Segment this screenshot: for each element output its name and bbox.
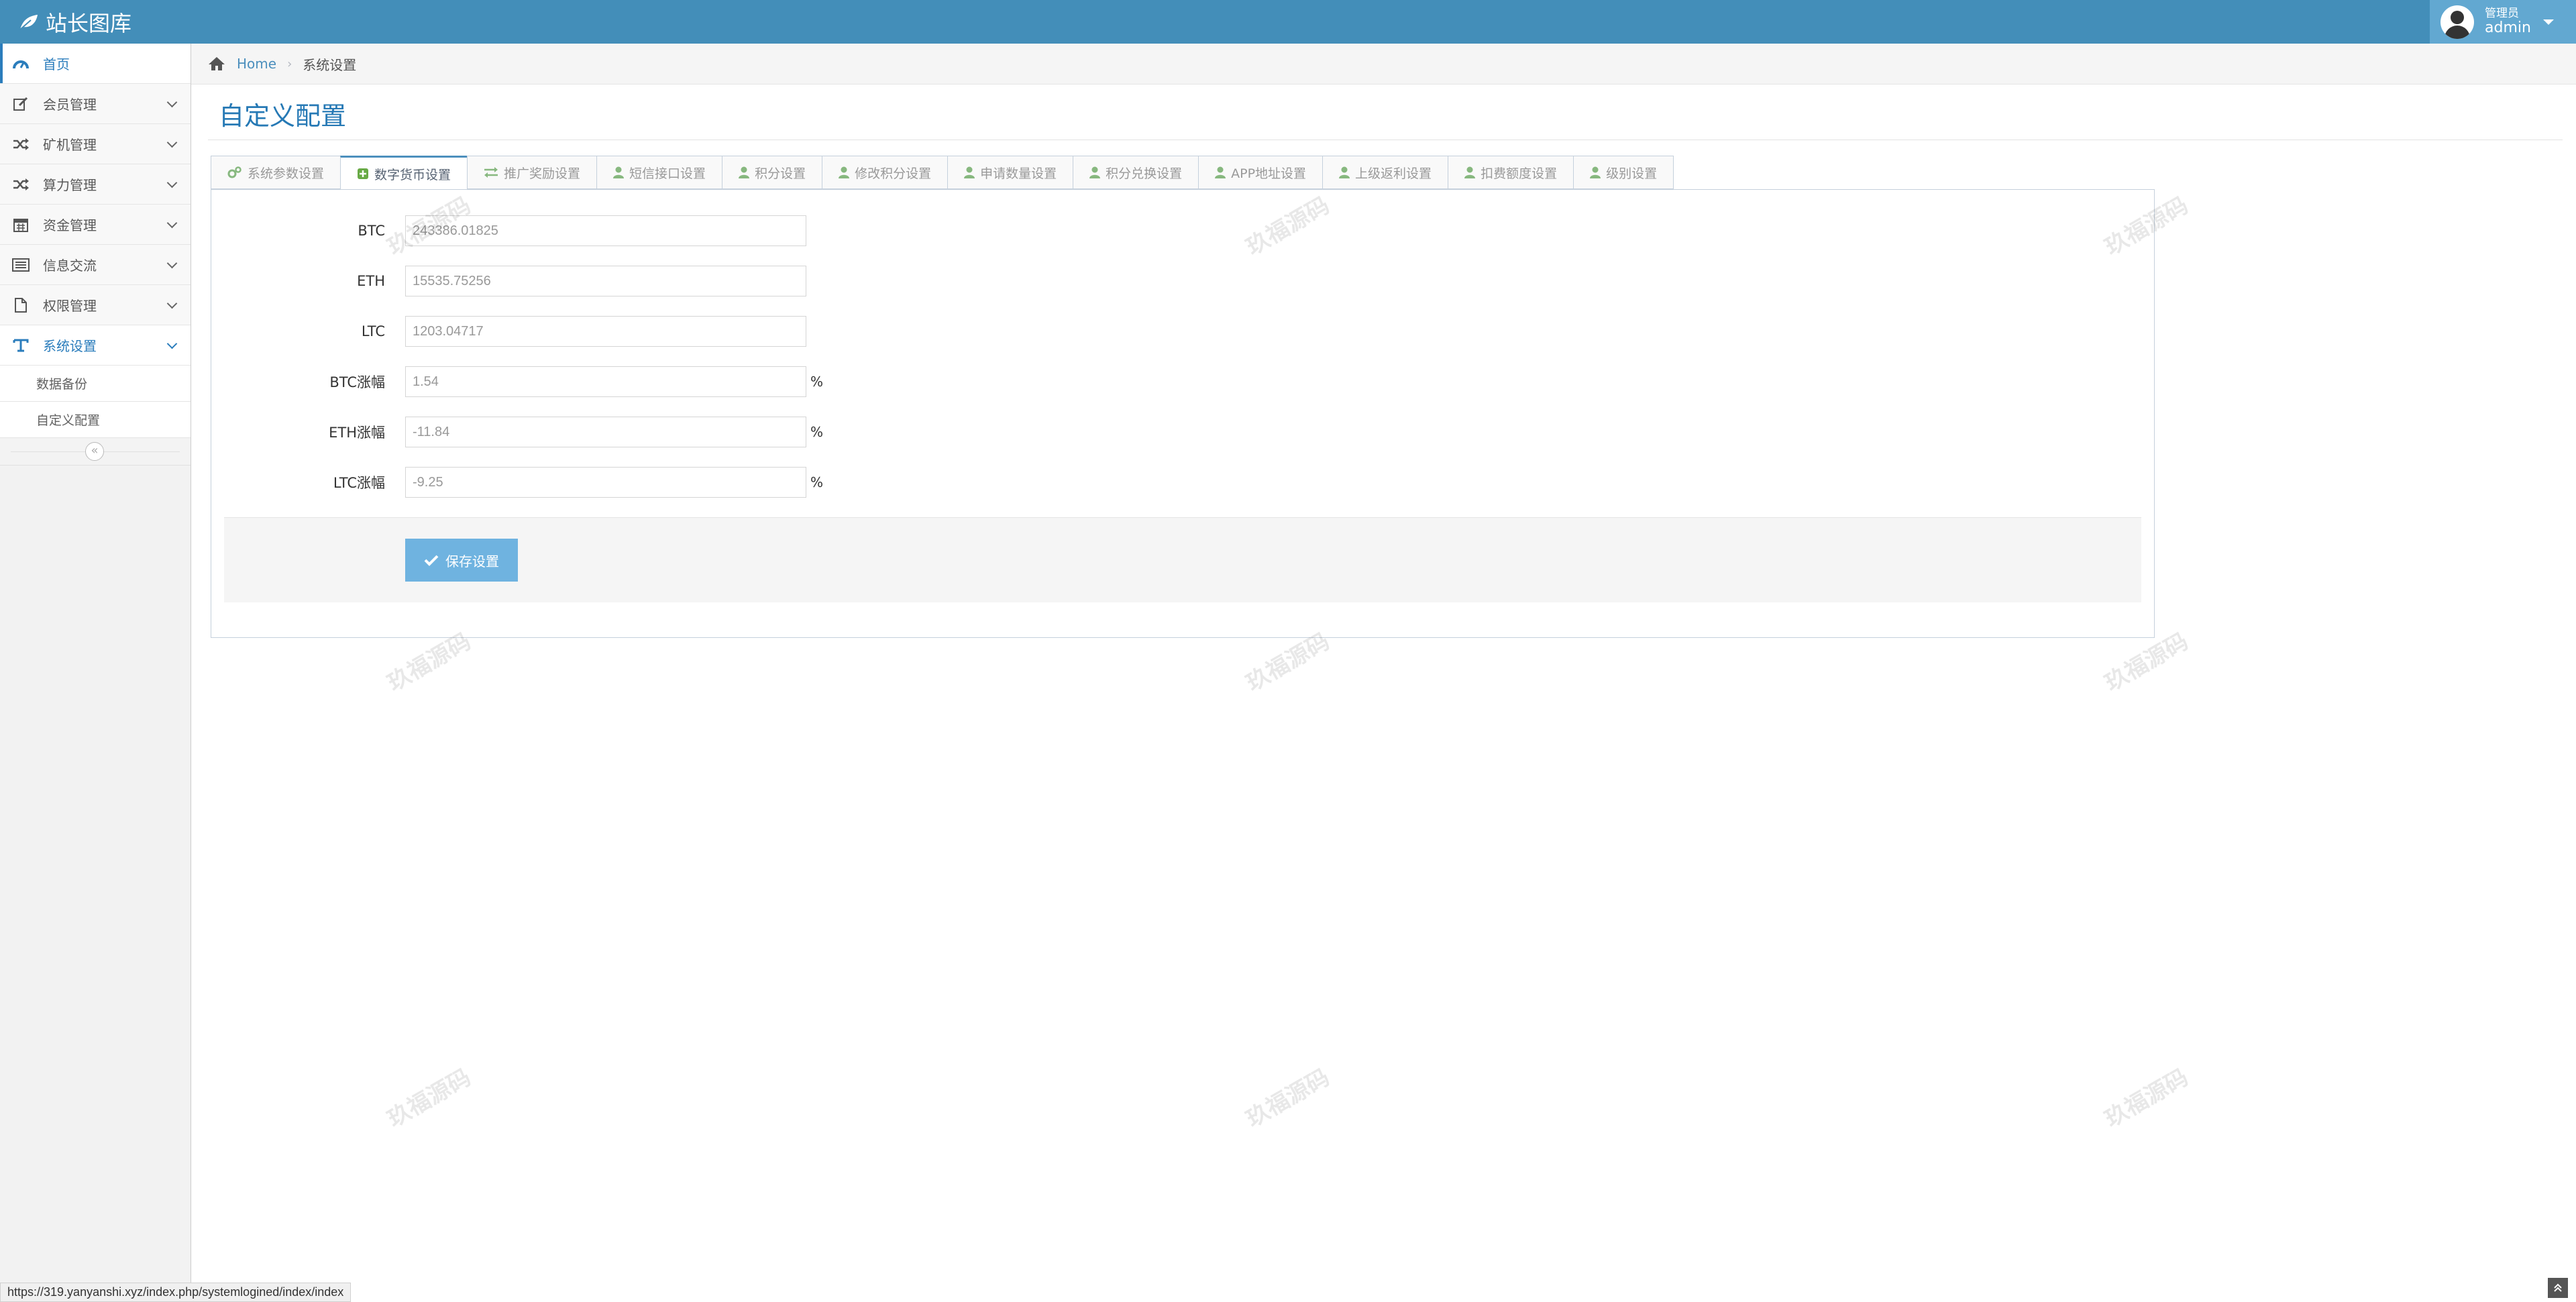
tab-label: 级别设置: [1606, 166, 1658, 181]
user-name: admin: [2485, 19, 2531, 36]
btc-change-input[interactable]: 1.54: [405, 366, 806, 397]
settings-tabs: 系统参数设置 数字货币设置 推广奖励设置 短信接口设置 积分设置 修改积分设置 …: [211, 156, 1674, 191]
eth-price-input[interactable]: 15535.75256: [405, 266, 806, 296]
tab-apply-quantity[interactable]: 申请数量设置: [947, 156, 1073, 189]
user-avatar-icon: [2440, 5, 2474, 39]
save-button-label: 保存设置: [445, 553, 499, 569]
user-icon: [613, 166, 625, 178]
user-icon: [1089, 166, 1101, 178]
user-icon: [1339, 166, 1350, 178]
field-label: LTC: [361, 323, 385, 339]
watermark-text: 玖福源码: [2100, 1064, 2193, 1133]
chevron-down-icon: [166, 177, 178, 188]
user-menu[interactable]: 管理员 admin: [2430, 0, 2576, 44]
percent-unit: %: [810, 374, 824, 390]
field-label: BTC: [358, 223, 385, 239]
page-title: 自定义配置: [219, 101, 347, 131]
sidebar-item-hashpower[interactable]: 算力管理: [0, 164, 191, 205]
tab-label: 修改积分设置: [855, 166, 932, 181]
file-icon: [15, 297, 27, 313]
browser-status-url: https://319.yanyanshi.xyz/index.php/syst…: [0, 1283, 352, 1302]
tab-app-address[interactable]: APP地址设置: [1198, 156, 1323, 189]
random-icon: [13, 138, 29, 150]
caret-down-icon: [2542, 19, 2554, 25]
brand-title: 站长图库: [46, 11, 132, 36]
sidebar-item-members[interactable]: 会员管理: [0, 84, 191, 124]
percent-unit: %: [810, 474, 824, 490]
tab-label: 上级返利设置: [1355, 166, 1432, 181]
tab-label: 扣费额度设置: [1481, 166, 1558, 181]
edit-icon: [13, 97, 28, 111]
cogs-icon: [227, 166, 241, 178]
tab-label: 积分兑换设置: [1106, 166, 1183, 181]
form-actions: 保存设置: [224, 517, 2141, 602]
user-icon: [1215, 166, 1226, 178]
tab-level[interactable]: 级别设置: [1573, 156, 1674, 189]
sidebar-item-miners[interactable]: 矿机管理: [0, 124, 191, 164]
user-icon: [839, 166, 850, 178]
form-row-btc-change: BTC涨幅 1.54 %: [0, 366, 872, 397]
scroll-to-top-button[interactable]: [2548, 1278, 2568, 1298]
watermark-text: 玖福源码: [382, 1064, 476, 1133]
user-icon: [1590, 166, 1601, 178]
user-icon: [964, 166, 975, 178]
tab-label: 申请数量设置: [980, 166, 1057, 181]
field-label: BTC涨幅: [329, 374, 385, 390]
tab-label: 系统参数设置: [248, 166, 325, 181]
double-chevron-up-icon: [2554, 1283, 2562, 1292]
field-label: ETH涨幅: [329, 425, 385, 441]
tab-upline-rebate[interactable]: 上级返利设置: [1322, 156, 1448, 189]
tab-label: 短信接口设置: [629, 166, 706, 181]
chevron-down-icon: [166, 137, 178, 148]
tab-system-params[interactable]: 系统参数设置: [211, 156, 341, 189]
field-label: ETH: [357, 273, 385, 289]
ltc-price-input[interactable]: 1203.04717: [405, 316, 806, 347]
sidebar-item-label: 权限管理: [43, 298, 97, 314]
watermark-text: 玖福源码: [1241, 1064, 1334, 1133]
form-row-ltc-change: LTC涨幅 -9.25 %: [0, 467, 872, 498]
breadcrumb: Home › 系统设置: [191, 44, 2576, 85]
user-role: 管理员: [2485, 7, 2519, 21]
plus-square-icon: [358, 168, 369, 179]
tab-modify-points[interactable]: 修改积分设置: [822, 156, 948, 189]
save-settings-button[interactable]: 保存设置: [405, 539, 518, 582]
user-icon: [1464, 166, 1476, 178]
percent-unit: %: [810, 424, 824, 440]
ltc-change-input[interactable]: -9.25: [405, 467, 806, 498]
form-row-ltc: LTC 1203.04717: [0, 316, 872, 347]
brand-link[interactable]: 站长图库: [19, 5, 131, 39]
chevron-down-icon: [166, 97, 178, 108]
field-label: LTC涨幅: [333, 475, 385, 491]
tab-digital-currency[interactable]: 数字货币设置: [340, 156, 468, 191]
tab-sms-api[interactable]: 短信接口设置: [596, 156, 722, 189]
form-row-eth-change: ETH涨幅 -11.84 %: [0, 417, 872, 447]
chevron-down-icon: [166, 298, 178, 309]
top-navbar: 站长图库 管理员 admin: [0, 0, 2576, 44]
sidebar-item-label: 会员管理: [43, 97, 97, 113]
tab-label: 数字货币设置: [374, 167, 451, 182]
check-icon: [424, 555, 439, 566]
tab-label: 推广奖励设置: [504, 166, 581, 181]
breadcrumb-current: 系统设置: [303, 56, 357, 73]
tab-points-exchange[interactable]: 积分兑换设置: [1073, 156, 1199, 189]
user-icon: [739, 166, 750, 178]
eth-change-input[interactable]: -11.84: [405, 417, 806, 447]
leaf-icon: [19, 15, 38, 30]
sidebar-item-label: 算力管理: [43, 177, 97, 193]
dashboard-icon: [13, 60, 29, 68]
sidebar-item-home[interactable]: 首页: [0, 44, 191, 84]
tab-referral-reward[interactable]: 推广奖励设置: [467, 156, 597, 189]
breadcrumb-home-link[interactable]: Home: [237, 56, 276, 72]
tab-label: 积分设置: [755, 166, 806, 181]
form-row-eth: ETH 15535.75256: [0, 266, 872, 296]
exchange-icon: [484, 167, 498, 178]
tab-label: APP地址设置: [1231, 166, 1307, 181]
tab-points[interactable]: 积分设置: [722, 156, 822, 189]
random-icon: [13, 178, 29, 191]
home-icon: [209, 57, 225, 70]
sidebar-item-label: 矿机管理: [43, 137, 97, 153]
breadcrumb-separator-icon: ›: [287, 56, 292, 71]
sidebar-item-label: 首页: [43, 56, 70, 72]
tab-fee-limit[interactable]: 扣费额度设置: [1448, 156, 1574, 189]
